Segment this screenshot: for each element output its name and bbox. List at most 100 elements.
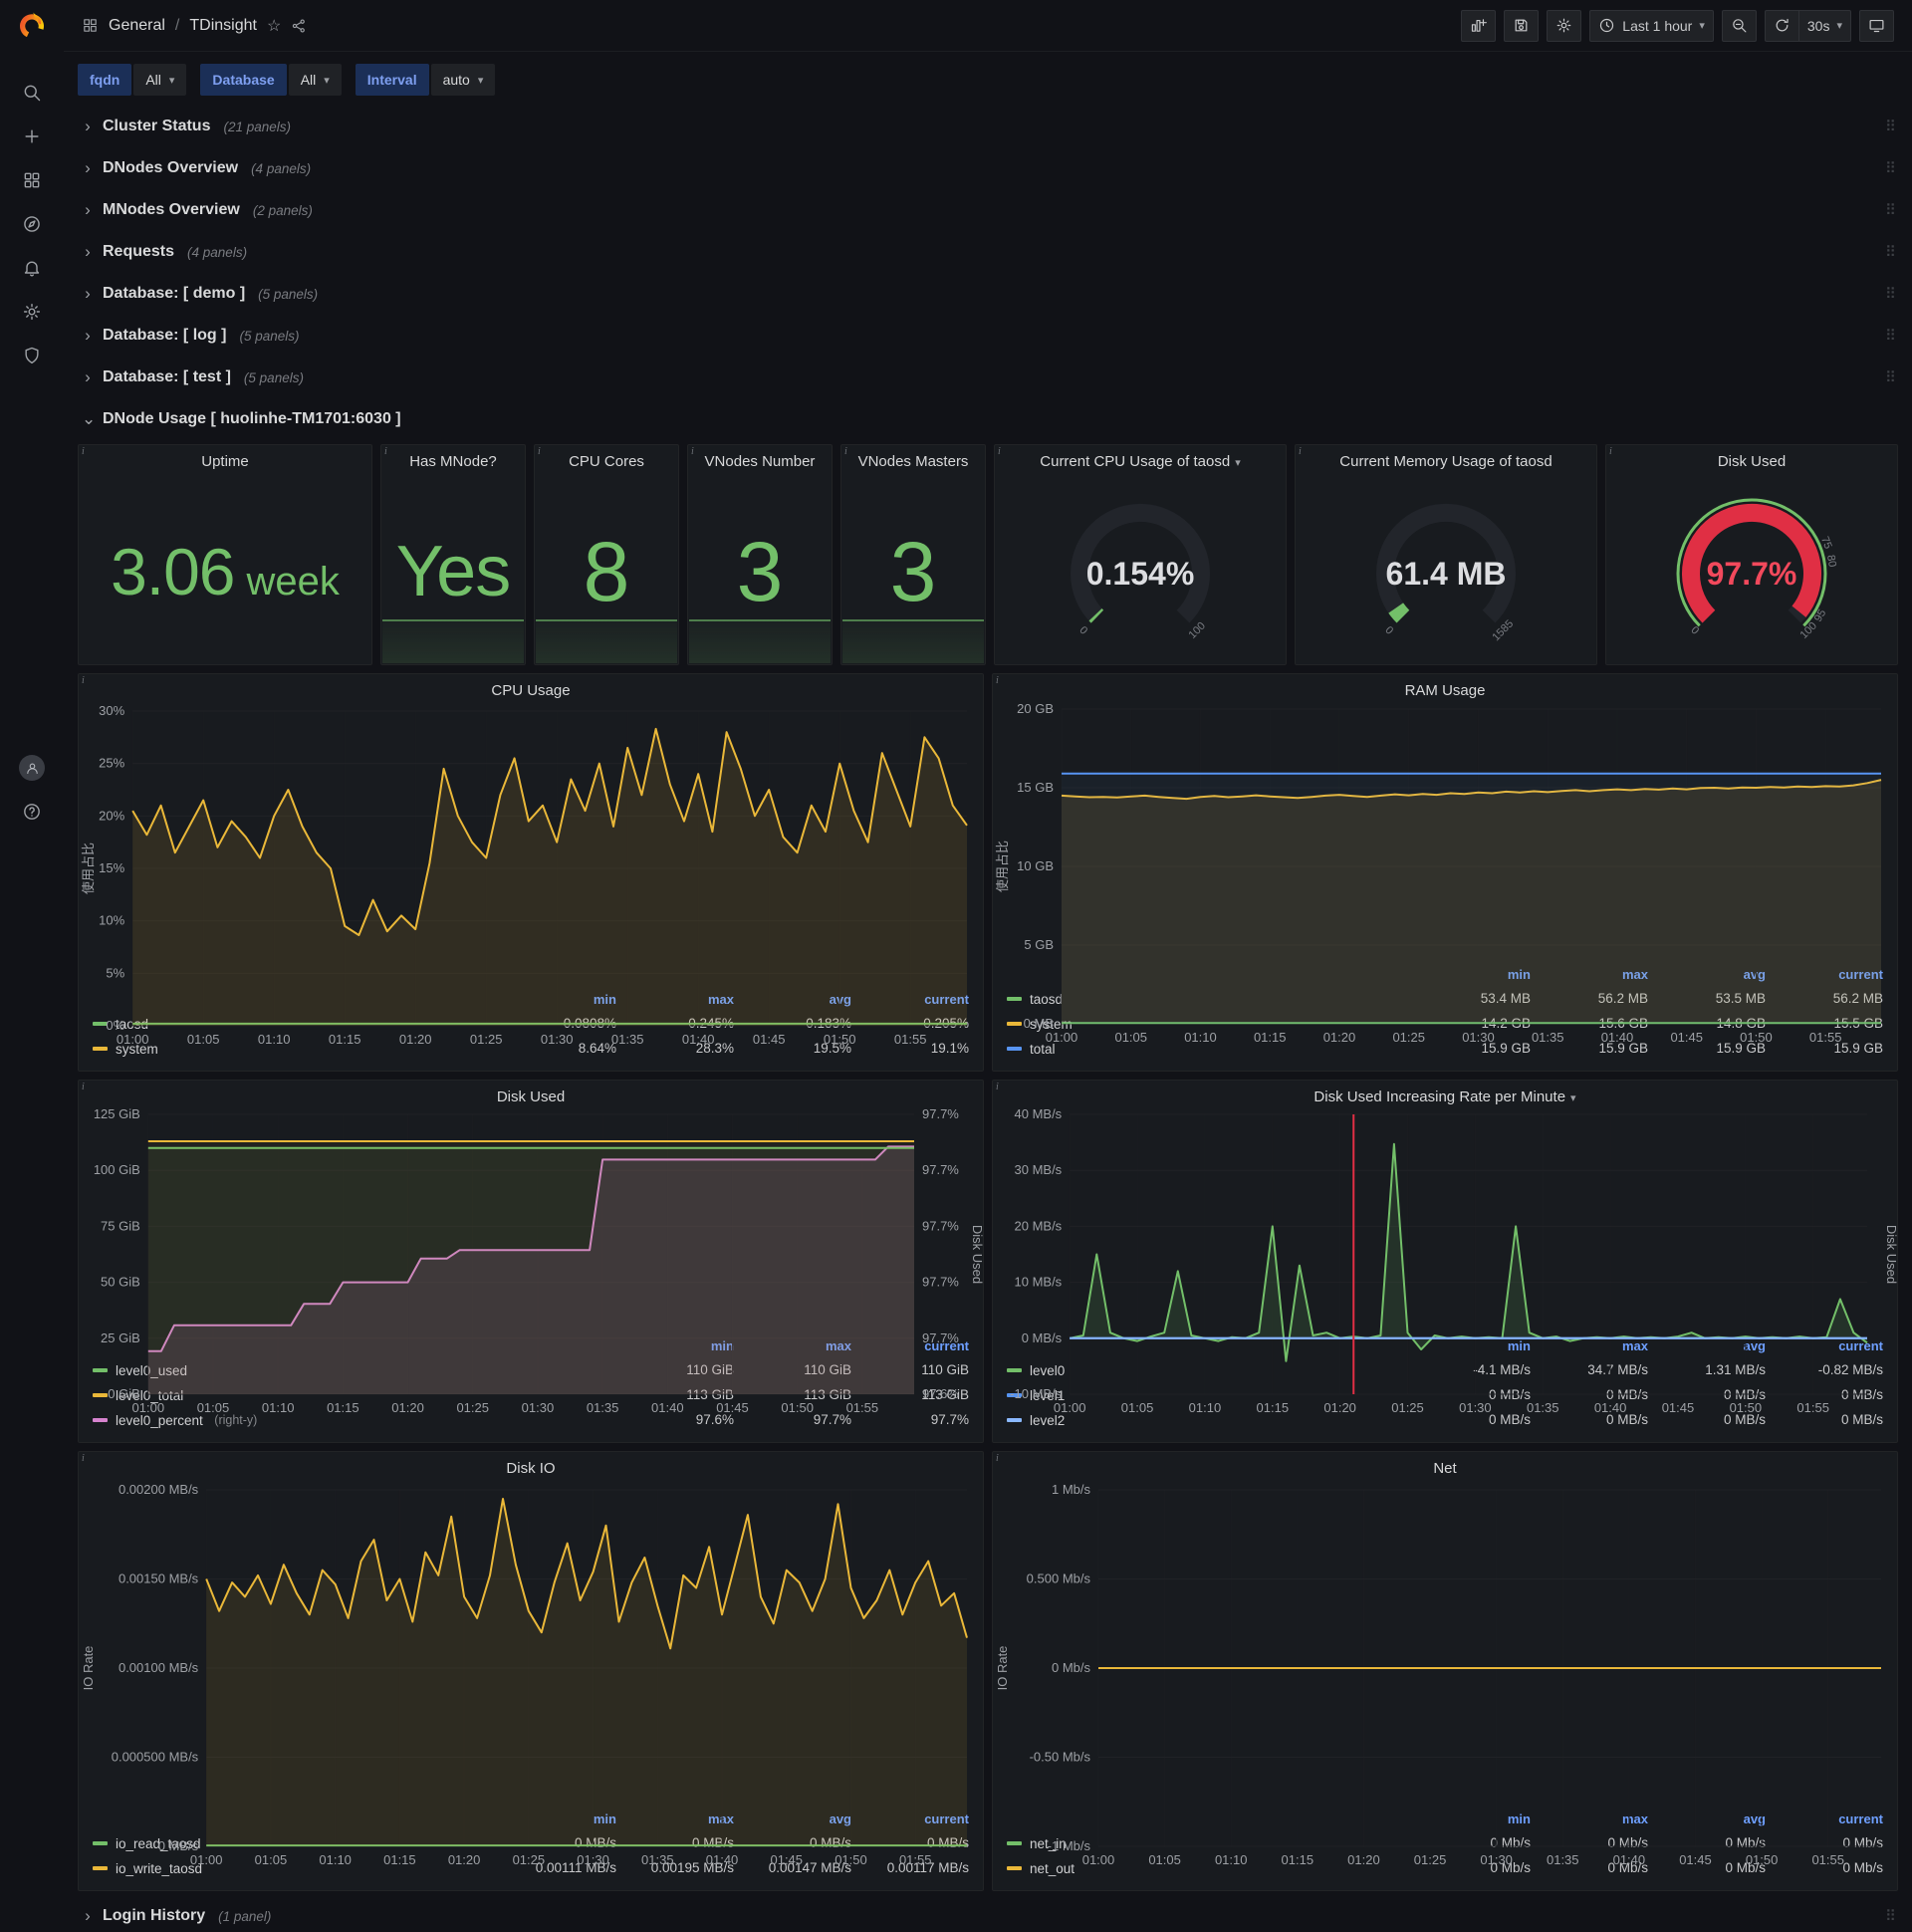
row-title: Database: [ test ] [103,368,231,385]
variable-value-fqdn[interactable]: All ▾ [133,64,187,96]
panel-title[interactable]: Disk Used [79,1081,983,1104]
chart-plot[interactable]: 01:00 01:05 01:10 01:15 01:20 01:25 01:30 01:35… [79,1480,983,1867]
panel-info-icon[interactable]: i [384,446,398,460]
grafana-logo[interactable] [17,10,47,43]
time-range-picker[interactable]: Last 1 hour ▾ [1589,9,1714,42]
row-cluster-status[interactable]: › Cluster Status (21 panels) ⠿ [78,110,1898,143]
panel-info-icon[interactable]: i [691,446,705,460]
panel-info-icon[interactable]: i [1299,446,1313,460]
dashboards-icon[interactable] [10,158,54,202]
panel-title[interactable]: Uptime [79,445,371,479]
panel-info-icon[interactable]: i [998,446,1012,460]
dashboard-title[interactable]: TDinsight [189,17,257,35]
panel-info-icon[interactable]: i [996,675,1010,689]
save-dashboard-button[interactable] [1504,9,1540,42]
row-drag-handle[interactable]: ⠿ [1885,159,1896,177]
chart-plot[interactable]: 01:00 01:05 01:10 01:15 01:20 01:25 01:30 01:35… [993,1104,1899,1415]
panel-info-icon[interactable]: i [996,1082,1010,1095]
row-dnodes-overview[interactable]: › DNodes Overview (4 panels) ⠿ [78,151,1898,185]
svg-text:01:45: 01:45 [1662,1400,1695,1415]
panel-title[interactable]: Current Memory Usage of taosd [1296,445,1596,479]
breadcrumb-section[interactable]: General [109,17,165,35]
panel-info-icon[interactable]: i [82,446,96,460]
svg-text:0.154%: 0.154% [1086,556,1195,592]
row-drag-handle[interactable]: ⠿ [1885,243,1896,261]
explore-compass-icon[interactable] [10,202,54,246]
svg-text:0 Mb/s: 0 Mb/s [1052,1660,1091,1675]
refresh-interval-button[interactable]: 30s ▾ [1797,9,1851,42]
row-requests[interactable]: › Requests (4 panels) ⠿ [78,235,1898,269]
search-icon[interactable] [10,71,54,115]
panel-info-icon[interactable]: i [82,1453,96,1467]
row-drag-handle[interactable]: ⠿ [1885,201,1896,219]
dashboard-grid-icon[interactable] [82,17,99,34]
panel-info-icon[interactable]: i [82,1082,96,1095]
configuration-gear-icon[interactable] [10,290,54,334]
panel-info-icon[interactable]: i [1609,446,1623,460]
create-plus-icon[interactable] [10,115,54,158]
panel-title[interactable]: CPU Usage [79,674,983,701]
panel-info-icon[interactable]: i [538,446,552,460]
server-admin-shield-icon[interactable] [10,334,54,377]
svg-text:01:20: 01:20 [1323,1030,1356,1045]
panel-title[interactable]: Disk Used [1606,445,1897,479]
row-drag-handle[interactable]: ⠿ [1885,285,1896,303]
svg-text:1 Mb/s: 1 Mb/s [1052,1482,1091,1497]
variable-label-interval[interactable]: Interval [355,64,429,96]
refresh-button[interactable] [1764,9,1798,42]
share-icon[interactable] [291,18,307,34]
svg-text:01:05: 01:05 [187,1032,220,1047]
chart-plot[interactable]: 01:00 01:05 01:10 01:15 01:20 01:25 01:30 01:35… [993,699,1897,1045]
variable-value-database[interactable]: All ▾ [288,64,342,96]
panel-title[interactable]: Disk Used Increasing Rate per Minute ▾ [993,1081,1897,1104]
chevron-right-icon: › [85,1906,91,1925]
panel-title[interactable]: VNodes Masters [841,445,985,479]
row-database-log[interactable]: › Database: [ log ] (5 panels) ⠿ [78,319,1898,353]
zoom-out-button[interactable] [1721,9,1757,42]
gauge-memory-usage: 61.4 MB 0 1585 [1296,479,1596,660]
panel-info-icon[interactable]: i [996,1453,1010,1467]
svg-text:75 GiB: 75 GiB [101,1219,140,1234]
panel-title[interactable]: CPU Cores [535,445,678,479]
add-panel-button[interactable] [1461,9,1497,42]
variable-label-fqdn[interactable]: fqdn [78,64,132,96]
chevron-down-icon: ⌄ [82,409,97,428]
chart-plot[interactable]: 01:00 01:05 01:10 01:15 01:20 01:25 01:30 01:35… [79,701,983,1047]
chart-plot[interactable]: 01:00 01:05 01:10 01:15 01:20 01:25 01:30 01:35… [79,1104,985,1415]
svg-text:15 GB: 15 GB [1017,780,1054,795]
row-mnodes-overview[interactable]: › MNodes Overview (2 panels) ⠿ [78,193,1898,227]
panel-title[interactable]: Current CPU Usage of taosd ▾ [995,445,1286,479]
caret-down-icon: ▾ [1699,20,1705,32]
panel-title[interactable]: RAM Usage [993,674,1897,699]
row-login-history[interactable]: › Login History (1 panel) ⠿ [78,1899,1898,1932]
panel-title[interactable]: VNodes Number [688,445,832,479]
row-drag-handle[interactable]: ⠿ [1885,327,1896,345]
row-drag-handle[interactable]: ⠿ [1885,368,1896,386]
star-icon[interactable]: ☆ [267,16,281,36]
user-avatar[interactable] [10,746,54,790]
caret-down-icon: ▾ [324,74,330,87]
alerting-bell-icon[interactable] [10,246,54,290]
svg-text:5%: 5% [106,966,124,981]
row-drag-handle[interactable]: ⠿ [1885,1907,1896,1925]
help-icon[interactable] [10,790,54,834]
dashboard-settings-button[interactable] [1547,9,1582,42]
panel-title[interactable]: Net [993,1452,1897,1480]
row-drag-handle[interactable]: ⠿ [1885,118,1896,135]
row-dnode-usage[interactable]: ⌄ DNode Usage [ huolinhe-TM1701:6030 ] [78,402,1898,436]
variable-value-interval[interactable]: auto ▾ [430,64,496,96]
panel-title[interactable]: Has MNode? [381,445,525,479]
cycle-view-mode-button[interactable] [1859,9,1894,42]
panel-info-icon[interactable]: i [844,446,858,460]
svg-text:100: 100 [1798,620,1819,641]
panel-title[interactable]: Disk IO [79,1452,983,1480]
caret-down-icon: ▾ [168,74,175,87]
row-database-test[interactable]: › Database: [ test ] (5 panels) ⠿ [78,361,1898,394]
svg-text:01:30: 01:30 [541,1032,574,1047]
svg-text:97.7%: 97.7% [922,1330,959,1345]
panel-info-icon[interactable]: i [82,675,96,689]
variable-label-database[interactable]: Database [200,64,287,96]
row-database-demo[interactable]: › Database: [ demo ] (5 panels) ⠿ [78,277,1898,311]
chart-plot[interactable]: 01:00 01:05 01:10 01:15 01:20 01:25 01:30 01:35… [993,1480,1897,1867]
panel-current-memory-usage: i Current Memory Usage of taosd 61.4 MB 0… [1295,444,1597,665]
